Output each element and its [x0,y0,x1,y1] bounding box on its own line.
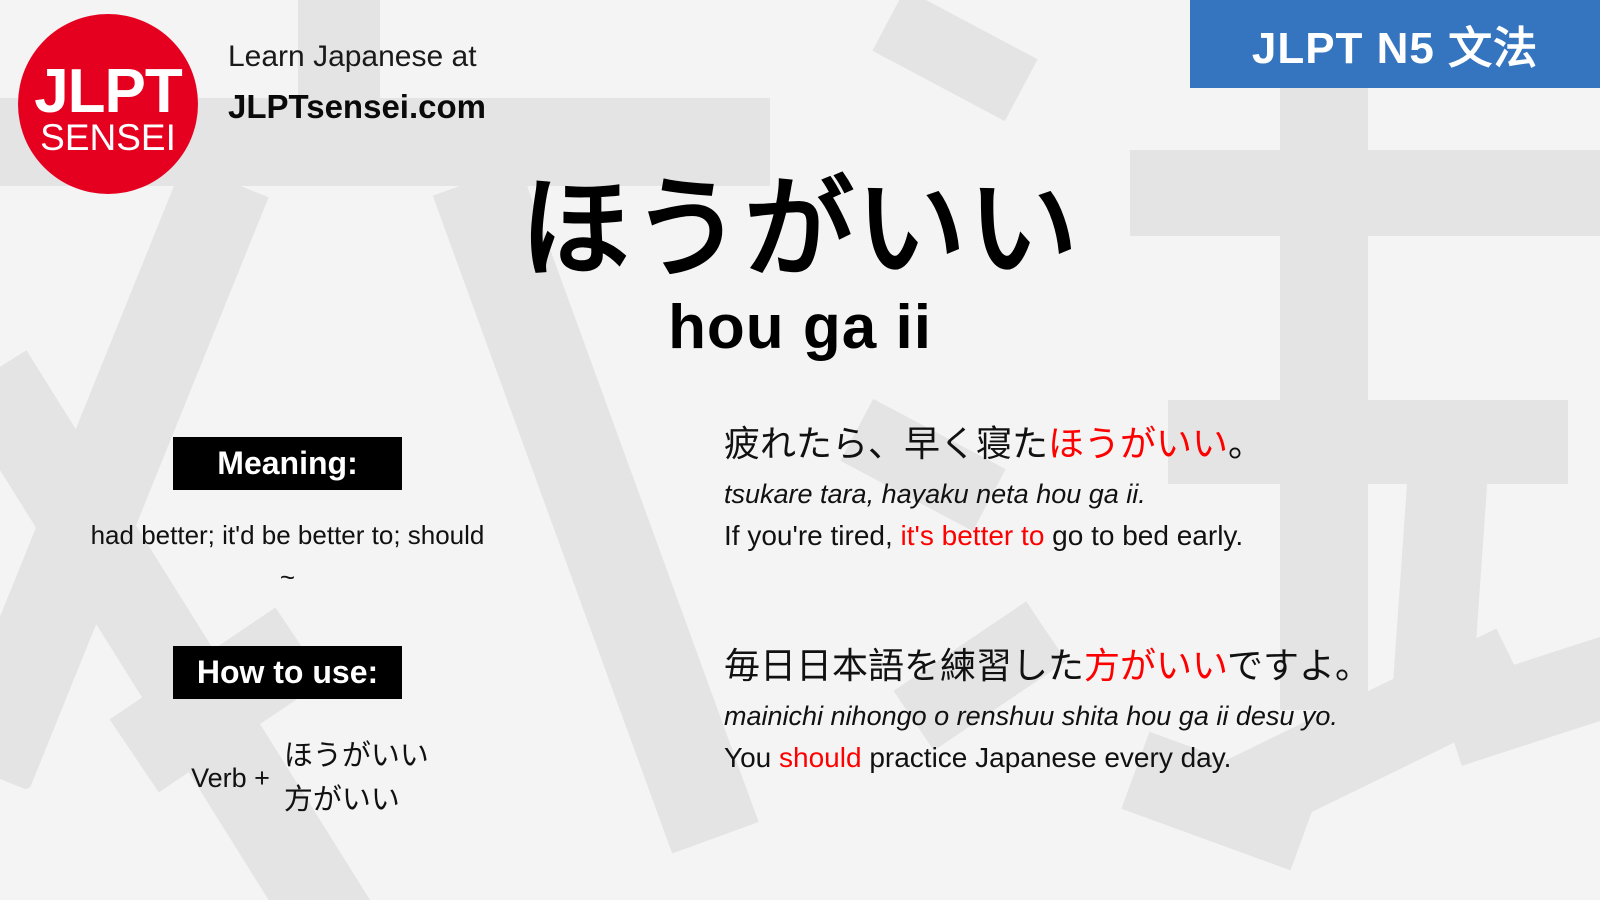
example-jp-before: 毎日日本語を練習した [724,645,1085,687]
tagline: Learn Japanese at [228,40,477,73]
level-badge: JLPT N5 文法 [1190,0,1600,88]
how-to-use-label-box: How to use: [173,646,402,699]
example-jp-after: ですよ。 [1226,645,1371,687]
how-to-use-label-text: How to use: [196,654,379,690]
jlpt-sensei-logo: JLPT SENSEI [18,14,198,194]
site-name: JLPTsensei.com [228,88,486,125]
logo-secondary-text: SENSEI [40,116,176,158]
example-en-after: practice Japanese every day. [861,742,1232,774]
meaning-label-text: Meaning: [217,445,358,481]
meaning-text: had better; it'd be better to; should ~ [90,520,485,592]
usage-formula: Verb + ほうがいい 方がいい [110,735,510,822]
grammar-title-romaji: hou ga ii [668,293,932,362]
example-en-highlight: should [779,742,862,774]
example-english: If you're tired, it's better to go to be… [724,516,1574,557]
example-jp-before: 疲れたら、早く寝た [724,423,1049,464]
example-romaji: mainichi nihongo o renshuu shita hou ga … [724,700,1338,731]
example-romaji: tsukare tara, hayaku neta hou ga ii. [724,478,1146,509]
example-jp-after: 。 [1228,423,1265,464]
usage-verb-part: Verb + [191,763,270,793]
level-badge-label: JLPT N5 文法 [1251,24,1539,73]
grammar-card: JLPT SENSEI Learn Japanese at JLPTsensei… [0,0,1600,900]
usage-form-1: ほうがいい [283,740,429,772]
usage-form-2: 方がいい [283,783,400,816]
example-japanese: 毎日日本語を練習した方がいいですよ。 [724,642,1574,691]
meaning-label-box: Meaning: [173,437,402,490]
example-jp-highlight: 方がいい [1084,645,1227,687]
watermark-hou-stroke [872,0,1038,122]
example-jp-highlight: ほうがいい [1048,423,1229,464]
example-japanese: 疲れたら、早く寝たほうがいい。 [724,420,1574,469]
example-english: You should practice Japanese every day. [724,738,1574,779]
example-en-after: go to bed early. [1044,519,1244,551]
example-sentence: 毎日日本語を練習した方がいいですよ。 mainichi nihongo o re… [724,642,1574,778]
example-en-before: If you're tired, [724,519,901,551]
example-en-highlight: it's better to [900,519,1045,551]
example-en-before: You [724,742,780,774]
usage-forms: ほうがいい 方がいい [284,735,429,822]
examples-section: 疲れたら、早く寝たほうがいい。 tsukare tara, hayaku net… [724,420,1574,865]
grammar-title-japanese: ほうがいい [520,168,1080,291]
logo-primary-text: JLPT [34,56,183,126]
example-sentence: 疲れたら、早く寝たほうがいい。 tsukare tara, hayaku net… [724,420,1574,556]
